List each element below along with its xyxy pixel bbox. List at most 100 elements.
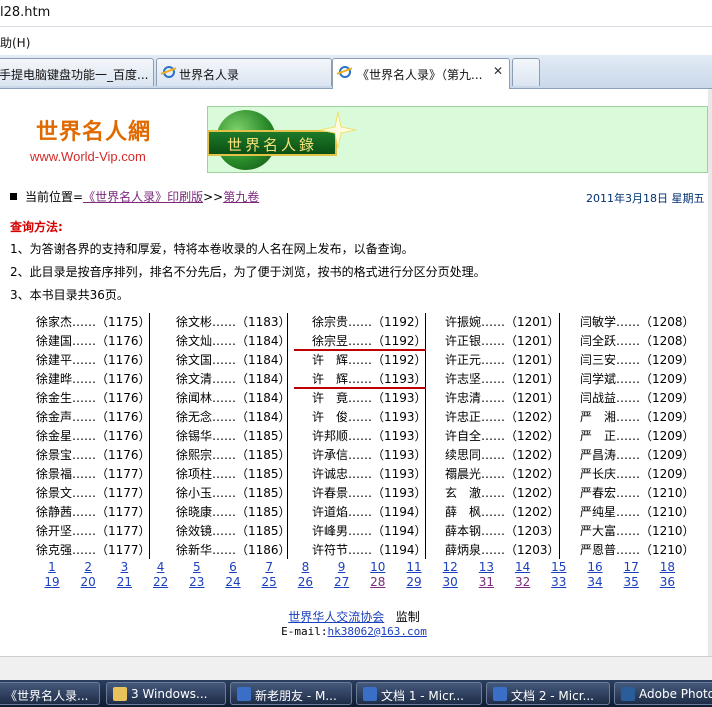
name-entry: 许自全……（1202） <box>445 429 560 443</box>
page-link[interactable]: 32 <box>515 575 530 589</box>
tab-active-volume9[interactable]: 《世界名人录》（第九... ✕ <box>332 58 510 89</box>
page-link[interactable]: 14 <box>515 560 530 574</box>
names-column-5: 闫敏学……（1208） 闫全跃……（1208） 闫三安……（1209） 闫学斌……（1… <box>580 313 695 559</box>
page-link[interactable]: 27 <box>334 575 349 589</box>
word-icon <box>363 687 377 701</box>
name-entry: 徐文国……（1184） <box>176 353 291 367</box>
page-link[interactable]: 28 <box>370 575 385 589</box>
name-entry: 徐项柱……（1185） <box>176 467 291 481</box>
names-table: 徐家杰……（1175） 徐建国……（1176） 徐建平……（1176） 徐建晔……（1… <box>36 313 712 559</box>
taskbar-item-word-1[interactable]: 新老朋友 - M... <box>230 682 352 705</box>
name-entry: 许峰男……（1194） <box>312 524 427 538</box>
page-link[interactable]: 33 <box>551 575 566 589</box>
taskbar-item-word-2[interactable]: 文档 1 - Micr... <box>356 682 482 705</box>
name-entry: 许振婉……（1201） <box>445 315 560 329</box>
site-logo-url: www.World-Vip.com <box>30 149 146 164</box>
name-entry: 闫学斌……（1209） <box>580 372 695 386</box>
page-link[interactable]: 20 <box>81 575 96 589</box>
breadcrumb-link-print[interactable]: 《世界名人录》印刷版 <box>83 190 203 204</box>
page-link[interactable]: 35 <box>624 575 639 589</box>
name-entry: 徐建晔……（1176） <box>36 372 151 386</box>
word-icon <box>493 687 507 701</box>
page-link[interactable]: 18 <box>660 560 675 574</box>
tab-bar: 手提电脑键盘功能一_百度... 世界名人录 《世界名人录》（第九... ✕ <box>0 55 712 89</box>
tab-label: 世界名人录 <box>179 68 240 82</box>
page-link[interactable]: 12 <box>443 560 458 574</box>
name-entry: 许忠正……（1202） <box>445 410 560 424</box>
name-entry: 闫战益……（1209） <box>580 391 695 405</box>
page-link[interactable]: 10 <box>370 560 385 574</box>
breadcrumb-link-volume[interactable]: 第九卷 <box>223 190 259 204</box>
name-entry: 徐无念……（1184） <box>176 410 291 424</box>
page-link[interactable]: 25 <box>262 575 277 589</box>
taskbar-item-windows-group[interactable]: 3 Windows... <box>106 682 226 705</box>
page-link[interactable]: 31 <box>479 575 494 589</box>
name-entry: 严春宏……（1210） <box>580 486 695 500</box>
new-tab-button[interactable] <box>512 58 540 86</box>
page-link[interactable]: 21 <box>117 575 132 589</box>
name-entry: 续思同……（1202） <box>445 448 560 462</box>
menu-bar: 助(H) <box>0 27 712 55</box>
page-link[interactable]: 17 <box>624 560 639 574</box>
name-entry: 徐文清……（1184） <box>176 372 291 386</box>
page-link[interactable]: 4 <box>157 560 165 574</box>
name-entry: 薛本钢……（1203） <box>445 524 560 538</box>
menu-help[interactable]: 助(H) <box>0 34 30 51</box>
page-link[interactable]: 13 <box>479 560 494 574</box>
name-entry: 薛 枫……（1202） <box>445 505 560 519</box>
page-link[interactable]: 3 <box>121 560 129 574</box>
name-entry: 严昌涛……（1209） <box>580 448 695 462</box>
assoc-link[interactable]: 世界华人交流协会 <box>288 610 384 624</box>
taskbar-item-photoshop[interactable]: Adobe Photo <box>614 682 712 705</box>
name-entry: 徐宗贵……（1192） <box>312 315 427 329</box>
word-icon <box>237 687 251 701</box>
name-entry: 玄 澈……（1202） <box>445 486 560 500</box>
page-link[interactable]: 7 <box>265 560 273 574</box>
page-link[interactable]: 30 <box>443 575 458 589</box>
horizontal-scrollbar[interactable] <box>0 656 712 681</box>
page-link[interactable]: 16 <box>587 560 602 574</box>
highlight-underline <box>294 387 426 389</box>
page-link[interactable]: 26 <box>298 575 313 589</box>
column-divider <box>149 313 150 559</box>
name-entry: 徐景福……（1177） <box>36 467 151 481</box>
photoshop-icon <box>621 687 635 701</box>
page-link[interactable]: 23 <box>189 575 204 589</box>
name-entry: 徐新华……（1186） <box>176 543 291 557</box>
taskbar-item-ie[interactable]: 《世界名人录... <box>0 682 100 705</box>
name-entry: 严恩普……（1210） <box>580 543 695 557</box>
name-entry: 许承信……（1193） <box>312 448 427 462</box>
page-link[interactable]: 24 <box>225 575 240 589</box>
page-link[interactable]: 29 <box>406 575 421 589</box>
page-link[interactable]: 5 <box>193 560 201 574</box>
taskbar-item-word-3[interactable]: 文档 2 - Micr... <box>486 682 610 705</box>
email-link[interactable]: hk38062@163.com <box>328 625 427 638</box>
tab-world-vip[interactable]: 世界名人录 <box>156 58 332 86</box>
close-tab-icon[interactable]: ✕ <box>491 64 505 78</box>
query-line-2: 2、此目录是按音序排列，排名不分先后，为了便于浏览，按书的格式进行分区分页处理。 <box>10 265 486 279</box>
breadcrumb-prefix: 当前位置= <box>25 190 84 204</box>
sparkle-icon <box>319 111 357 149</box>
name-entry: 徐锡华……（1185） <box>176 429 291 443</box>
page-link[interactable]: 15 <box>551 560 566 574</box>
taskbar-label: 文档 2 - Micr... <box>511 689 594 703</box>
name-entry: 许 俊……（1193） <box>312 410 427 424</box>
page-link[interactable]: 1 <box>48 560 56 574</box>
page-link[interactable]: 11 <box>406 560 421 574</box>
page-link[interactable]: 8 <box>302 560 310 574</box>
site-logo-title[interactable]: 世界名人網 <box>36 114 151 146</box>
page-link[interactable]: 6 <box>229 560 237 574</box>
page-link[interactable]: 22 <box>153 575 168 589</box>
page-link[interactable]: 36 <box>660 575 675 589</box>
page-link[interactable]: 34 <box>587 575 602 589</box>
column-divider <box>559 313 560 559</box>
name-entry: 薛炳泉……（1203） <box>445 543 560 557</box>
page-link[interactable]: 2 <box>84 560 92 574</box>
window-title: l28.htm <box>0 5 51 20</box>
name-entry: 闫全跃……（1208） <box>580 334 695 348</box>
page-link[interactable]: 9 <box>338 560 346 574</box>
page-link[interactable]: 19 <box>44 575 59 589</box>
tab-baidu[interactable]: 手提电脑键盘功能一_百度... <box>0 58 154 86</box>
name-entry: 徐静茜……（1177） <box>36 505 151 519</box>
name-entry: 徐文彬……（1183） <box>176 315 291 329</box>
